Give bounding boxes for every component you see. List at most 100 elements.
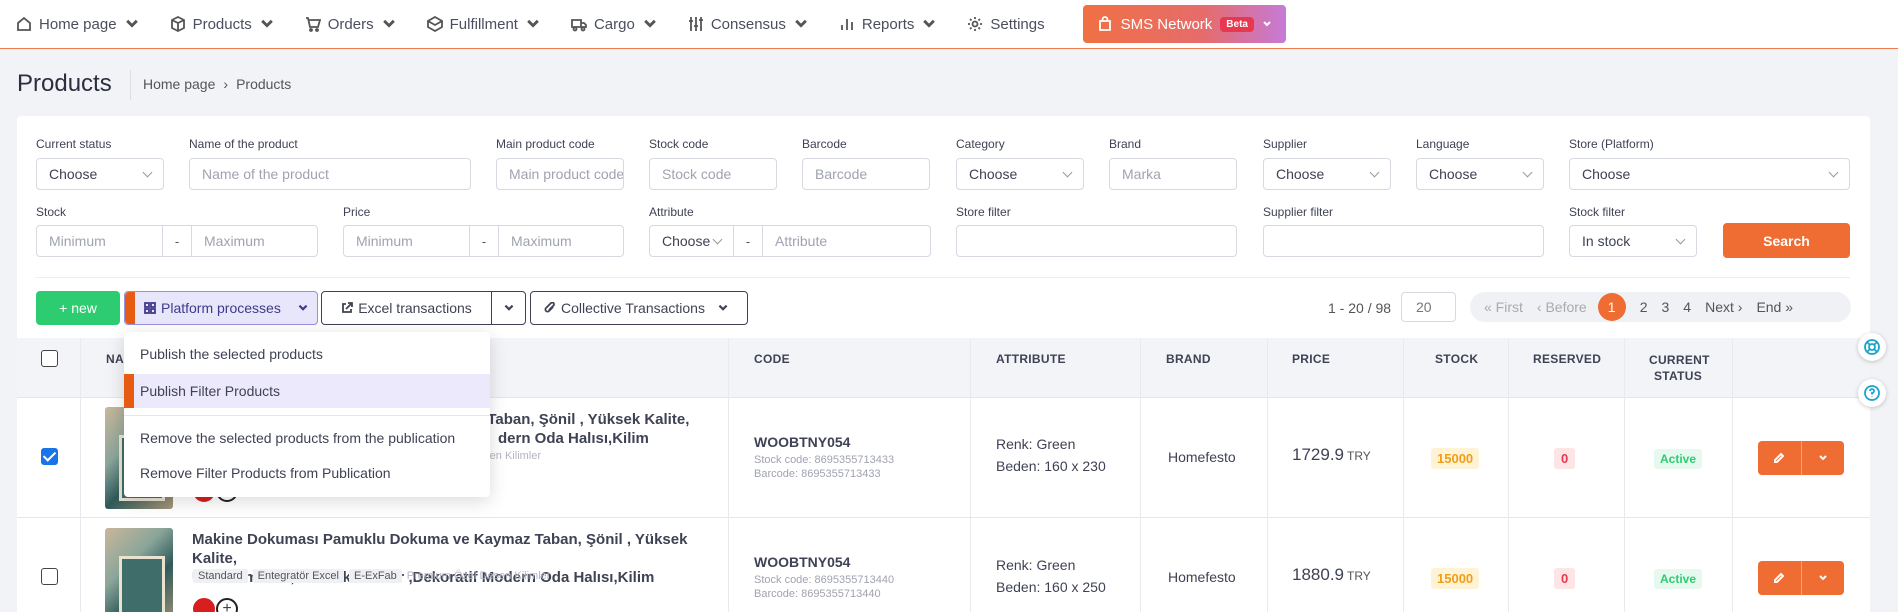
main-code-input[interactable]: Main product code bbox=[496, 158, 624, 190]
column-divider bbox=[1624, 338, 1625, 612]
row-checkbox[interactable] bbox=[41, 448, 58, 465]
nav-settings[interactable]: Settings bbox=[967, 15, 1045, 33]
page-2[interactable]: 2 bbox=[1640, 299, 1648, 315]
box-icon bbox=[170, 16, 185, 32]
menu-publish-selected[interactable]: Publish the selected products bbox=[140, 346, 323, 362]
status-badge: Active bbox=[1654, 449, 1703, 469]
page-first[interactable]: « First bbox=[1484, 299, 1523, 315]
attribute-select[interactable]: Choose bbox=[649, 225, 734, 257]
breadcrumb-home[interactable]: Home page bbox=[143, 76, 215, 92]
chevron-down-icon bbox=[298, 304, 308, 311]
price-min-input[interactable]: Minimum bbox=[343, 225, 470, 257]
menu-highlight-bar bbox=[124, 374, 134, 408]
menu-remove-selected[interactable]: Remove the selected products from the pu… bbox=[140, 430, 455, 446]
store-label: Store (Platform) bbox=[1569, 137, 1654, 151]
page-before[interactable]: ‹ Before bbox=[1537, 299, 1587, 315]
filter-divider bbox=[35, 277, 1850, 278]
store-filter-input[interactable] bbox=[956, 225, 1237, 257]
support-button[interactable] bbox=[1858, 333, 1886, 361]
menu-divider bbox=[124, 415, 490, 416]
sms-network-label: SMS Network bbox=[1120, 15, 1213, 33]
breadcrumb-separator: › bbox=[223, 76, 229, 92]
add-platform-icon[interactable]: + bbox=[216, 598, 238, 612]
stock-code-input[interactable]: Stock code bbox=[649, 158, 777, 190]
stock-filter-select[interactable]: In stock bbox=[1569, 225, 1697, 257]
nav-home[interactable]: Home page bbox=[16, 16, 140, 33]
truck-icon bbox=[571, 19, 587, 32]
product-thumbnail[interactable] bbox=[105, 528, 173, 612]
platform-processes-button[interactable]: Platform processes bbox=[124, 291, 318, 325]
supplier-select[interactable]: Choose bbox=[1263, 158, 1391, 190]
excel-transactions-button[interactable]: Excel transactions bbox=[321, 291, 492, 325]
column-status-line2: STATUS bbox=[1653, 369, 1703, 383]
excel-dropdown-toggle[interactable] bbox=[491, 291, 526, 325]
nav-reports[interactable]: Reports bbox=[839, 16, 938, 33]
column-brand: BRAND bbox=[1166, 352, 1211, 366]
product-attributes: Renk: Green Beden: 160 x 230 bbox=[996, 433, 1106, 477]
store-select[interactable]: Choose bbox=[1569, 158, 1850, 190]
menu-remove-filter[interactable]: Remove Filter Products from Publication bbox=[140, 465, 391, 481]
page-title: Products bbox=[17, 70, 112, 97]
edit-button[interactable] bbox=[1758, 441, 1801, 475]
column-divider bbox=[80, 338, 81, 612]
attribute-input[interactable]: Attribute bbox=[762, 225, 931, 257]
breadcrumb-divider bbox=[130, 70, 131, 100]
stock-min-input[interactable]: Minimum bbox=[36, 225, 163, 257]
help-button[interactable] bbox=[1858, 379, 1886, 407]
top-navigation: Home page Products Orders Fulfillment Ca… bbox=[0, 0, 1898, 49]
new-product-button[interactable]: + new bbox=[36, 291, 120, 325]
menu-publish-filter[interactable]: Publish Filter Products bbox=[140, 383, 280, 399]
row-actions-dropdown[interactable] bbox=[1800, 441, 1845, 475]
brand-input[interactable]: Marka bbox=[1109, 158, 1237, 190]
chevron-down-icon bbox=[504, 304, 513, 311]
product-price: 1880.9 TRY bbox=[1292, 565, 1371, 585]
attribute-label: Attribute bbox=[649, 205, 694, 219]
nav-home-label: Home page bbox=[39, 15, 117, 33]
barcode: Barcode: 8695355713440 bbox=[754, 588, 881, 600]
supplier-label: Supplier bbox=[1263, 137, 1308, 151]
stock-max-input[interactable]: Maximum bbox=[191, 225, 318, 257]
attribute-size: Beden: 160 x 250 bbox=[996, 579, 1106, 595]
stock-code: Stock code: 8695355713433 bbox=[754, 454, 895, 466]
supplier-filter-input[interactable] bbox=[1263, 225, 1544, 257]
nav-cargo[interactable]: Cargo bbox=[571, 16, 658, 33]
stock-filter-label: Stock filter bbox=[1569, 205, 1626, 219]
category-select[interactable]: Choose bbox=[956, 158, 1084, 190]
column-code: CODE bbox=[754, 352, 790, 366]
sms-network-button[interactable]: SMS Network Beta bbox=[1082, 5, 1286, 43]
page-end[interactable]: End » bbox=[1756, 299, 1793, 315]
select-all-checkbox[interactable] bbox=[41, 350, 58, 367]
product-name-input[interactable]: Name of the product bbox=[189, 158, 471, 190]
page-next[interactable]: Next › bbox=[1705, 299, 1742, 315]
external-link-icon bbox=[342, 302, 354, 313]
page-3[interactable]: 3 bbox=[1662, 299, 1670, 315]
chevron-down-icon bbox=[644, 19, 656, 28]
nav-fulfillment[interactable]: Fulfillment bbox=[426, 16, 541, 33]
reserved-badge: 0 bbox=[1554, 448, 1576, 469]
edit-button[interactable] bbox=[1758, 561, 1801, 595]
nav-orders[interactable]: Orders bbox=[305, 16, 397, 33]
row-actions-dropdown[interactable] bbox=[1800, 561, 1845, 595]
search-button[interactable]: Search bbox=[1723, 223, 1850, 258]
shopping-bag-icon bbox=[1098, 16, 1111, 31]
cart-icon bbox=[305, 17, 321, 32]
collective-transactions-button[interactable]: Collective Transactions bbox=[530, 291, 748, 325]
page-1[interactable]: 1 bbox=[1597, 293, 1626, 321]
per-page-select[interactable]: 20 bbox=[1401, 292, 1456, 322]
price-max-input[interactable]: Maximum bbox=[498, 225, 624, 257]
chevron-down-icon bbox=[1263, 21, 1271, 27]
nav-consensus[interactable]: Consensus bbox=[688, 16, 809, 33]
platform-processes-label: Platform processes bbox=[161, 300, 281, 316]
nav-settings-label: Settings bbox=[990, 15, 1045, 33]
column-divider bbox=[1508, 338, 1509, 612]
barcode-input[interactable]: Barcode bbox=[802, 158, 930, 190]
row-checkbox[interactable] bbox=[41, 568, 58, 585]
page-4[interactable]: 4 bbox=[1683, 299, 1691, 315]
column-divider bbox=[1140, 338, 1141, 612]
chevron-down-icon bbox=[718, 304, 728, 311]
nav-products[interactable]: Products bbox=[170, 16, 275, 33]
current-status-select[interactable]: Choose bbox=[36, 158, 164, 190]
language-select[interactable]: Choose bbox=[1416, 158, 1544, 190]
product-code: WOOBTNY054 bbox=[754, 434, 851, 450]
nav-cargo-label: Cargo bbox=[593, 15, 635, 33]
